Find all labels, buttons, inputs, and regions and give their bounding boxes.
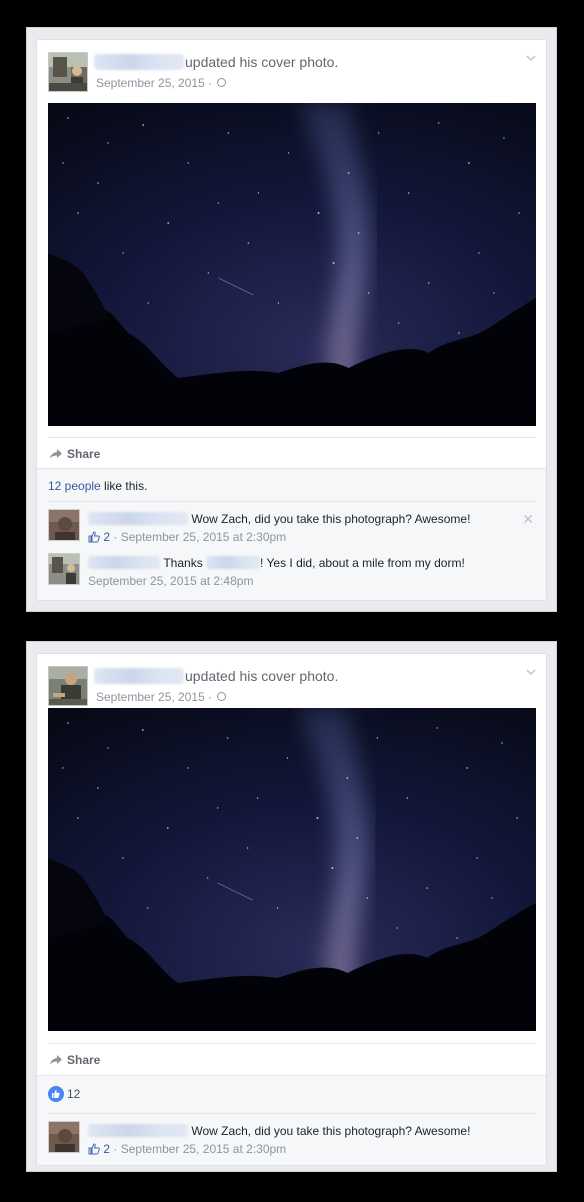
comment-time[interactable]: September 25, 2015 at 2:30pm — [121, 530, 286, 544]
comment-item: Wow Zach, did you take this photograph? … — [48, 1114, 536, 1158]
comment-list: Wow Zach, did you take this photograph? … — [48, 1113, 536, 1158]
commenter-name-redacted[interactable] — [88, 512, 188, 526]
comment-text: Wow Zach, did you take this photograph? … — [191, 1123, 471, 1138]
commenter-avatar[interactable] — [48, 553, 80, 585]
comment-time[interactable]: September 25, 2015 at 2:30pm — [121, 1142, 286, 1156]
share-button[interactable]: Share — [49, 1052, 100, 1067]
post-header: updated his cover photo. September 25, 2… — [37, 654, 546, 716]
cover-photo[interactable] — [48, 103, 536, 426]
share-button[interactable]: Share — [49, 446, 100, 461]
thumbs-up-icon[interactable] — [88, 531, 100, 543]
cover-photo[interactable] — [48, 708, 536, 1031]
post-headline: updated his cover photo. — [185, 54, 339, 70]
likes-summary: 12 people like this. — [48, 479, 147, 493]
likes-text: like this. — [100, 479, 148, 493]
author-name-redacted[interactable] — [94, 54, 184, 70]
comment-text-after: ! Yes I did, about a mile from my dorm! — [260, 555, 465, 570]
chevron-down-icon[interactable] — [526, 667, 536, 677]
post-frame-2: updated his cover photo. September 25, 2… — [26, 641, 557, 1172]
author-avatar[interactable] — [48, 666, 88, 706]
comment-body: Wow Zach, did you take this photograph? … — [88, 511, 470, 526]
post-date[interactable]: September 25, 2015 — [96, 690, 205, 704]
comment-like-count[interactable]: 2 — [103, 1142, 110, 1156]
globe-icon[interactable] — [217, 692, 227, 702]
feedback-section: 12 Wow Zach, did you take this photograp… — [37, 1075, 546, 1165]
comment-list: Wow Zach, did you take this photograph? … — [48, 501, 536, 590]
mentioned-name-redacted[interactable] — [206, 556, 261, 570]
likes-people-link[interactable]: 12 people — [48, 479, 101, 493]
meta-separator: · — [113, 1141, 118, 1156]
commenter-name-redacted[interactable] — [88, 556, 160, 570]
post-headline: updated his cover photo. — [185, 668, 339, 684]
commenter-name-redacted[interactable] — [88, 1124, 188, 1138]
chevron-down-icon[interactable] — [526, 53, 536, 63]
post-meta: September 25, 2015 · — [96, 689, 227, 704]
post-date[interactable]: September 25, 2015 — [96, 76, 205, 90]
globe-icon[interactable] — [217, 78, 227, 88]
comment-text-before: Thanks — [163, 555, 203, 570]
thumbs-up-icon[interactable] — [88, 1143, 100, 1155]
comment-body: Thanks ! Yes I did, about a mile from my… — [88, 555, 465, 570]
feedback-section: 12 people like this. Wow Zach, did you t… — [37, 468, 546, 600]
post-header: updated his cover photo. September 25, 2… — [37, 40, 546, 102]
share-label: Share — [67, 1052, 101, 1067]
like-count[interactable]: 12 — [67, 1087, 80, 1101]
comment-body: Wow Zach, did you take this photograph? … — [88, 1123, 470, 1138]
date-separator: · — [208, 689, 213, 704]
comment-like-count[interactable]: 2 — [103, 530, 110, 544]
comment-meta: September 25, 2015 at 2:48pm — [88, 573, 253, 588]
likes-summary[interactable]: 12 — [48, 1086, 80, 1102]
close-icon[interactable]: ✕ — [522, 511, 534, 528]
share-arrow-icon — [50, 448, 62, 459]
author-name-redacted[interactable] — [94, 668, 184, 684]
comment-meta: 2 · September 25, 2015 at 2:30pm — [88, 529, 286, 544]
post-actions: Share — [48, 1043, 536, 1075]
share-arrow-icon — [50, 1054, 62, 1065]
meta-separator: · — [113, 529, 118, 544]
post-card: updated his cover photo. September 25, 2… — [36, 39, 547, 601]
comment-time[interactable]: September 25, 2015 at 2:48pm — [88, 574, 253, 588]
commenter-avatar[interactable] — [48, 1121, 80, 1153]
post-actions: Share — [48, 437, 536, 469]
share-label: Share — [67, 446, 101, 461]
comment-item: Thanks ! Yes I did, about a mile from my… — [48, 546, 536, 590]
post-frame-1: updated his cover photo. September 25, 2… — [26, 27, 557, 612]
like-reaction-icon — [48, 1086, 64, 1102]
post-card: updated his cover photo. September 25, 2… — [36, 653, 547, 1166]
post-meta: September 25, 2015 · — [96, 75, 227, 90]
comment-item: Wow Zach, did you take this photograph? … — [48, 502, 536, 546]
author-avatar[interactable] — [48, 52, 88, 92]
comment-text: Wow Zach, did you take this photograph? … — [191, 511, 471, 526]
comment-meta: 2 · September 25, 2015 at 2:30pm — [88, 1141, 286, 1156]
date-separator: · — [208, 75, 213, 90]
commenter-avatar[interactable] — [48, 509, 80, 541]
